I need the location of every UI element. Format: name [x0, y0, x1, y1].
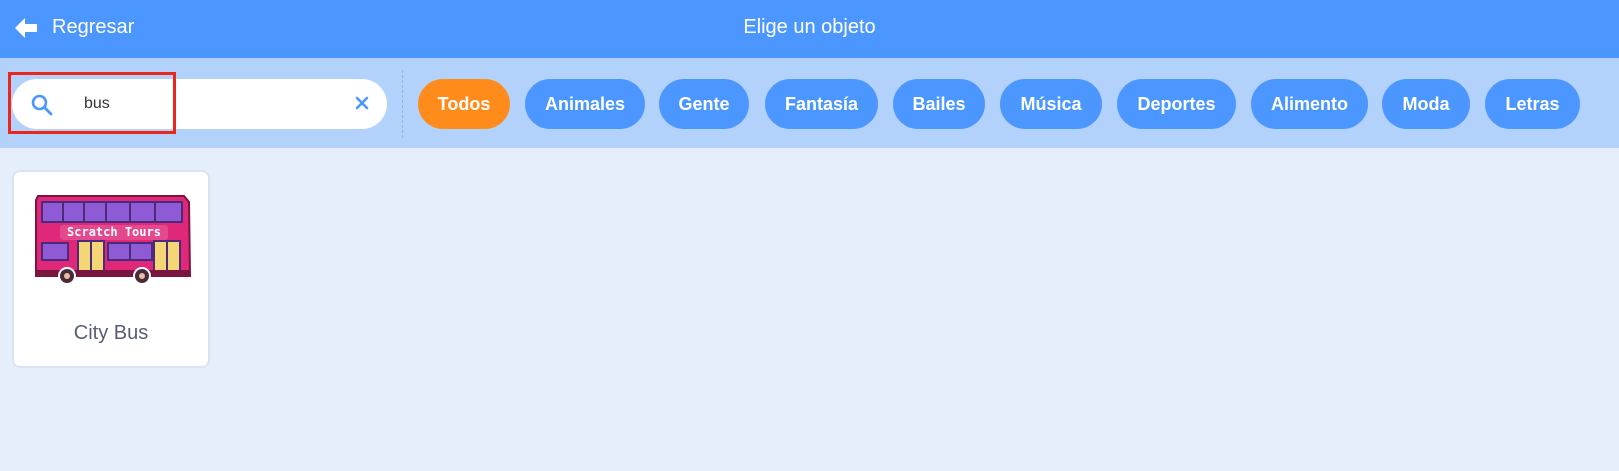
- search-input[interactable]: [70, 89, 354, 119]
- search-box[interactable]: [12, 79, 387, 129]
- back-label: Regresar: [52, 16, 135, 38]
- tag-musica[interactable]: Música: [1000, 79, 1102, 129]
- tag-deportes[interactable]: Deportes: [1117, 79, 1236, 129]
- tag-alimento[interactable]: Alimento: [1251, 79, 1368, 129]
- tag-fantasia[interactable]: Fantasía: [765, 79, 878, 129]
- bus-side-text: Scratch Tours: [67, 225, 161, 239]
- back-arrow-icon: [14, 17, 38, 39]
- close-icon[interactable]: [355, 96, 369, 115]
- tag-animales[interactable]: Animales: [525, 79, 645, 129]
- header-bar: Regresar Elige un objeto: [0, 0, 1619, 58]
- sprite-card-label: City Bus: [73, 322, 149, 344]
- tag-bailes[interactable]: Bailes: [893, 79, 985, 129]
- tag-todos[interactable]: Todos: [418, 79, 510, 129]
- city-bus-image: Scratch Tours: [34, 192, 192, 289]
- sprite-card-city-bus[interactable]: Scratch Tours City Bus: [12, 170, 210, 368]
- filter-divider: [402, 70, 403, 138]
- search-icon: [30, 93, 54, 122]
- tag-letras[interactable]: Letras: [1485, 79, 1580, 129]
- back-button[interactable]: Regresar: [14, 0, 134, 55]
- tag-gente[interactable]: Gente: [659, 79, 749, 129]
- tag-moda[interactable]: Moda: [1382, 79, 1470, 129]
- page-title: Elige un objeto: [743, 16, 876, 38]
